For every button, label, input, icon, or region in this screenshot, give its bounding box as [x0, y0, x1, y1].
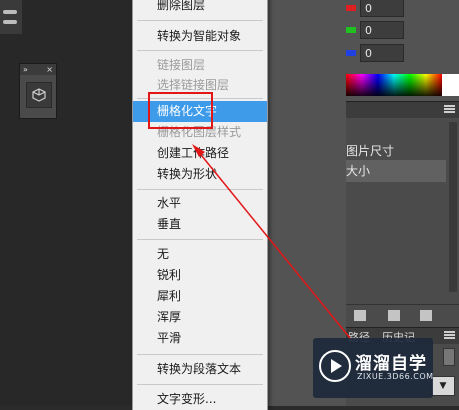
color-spectrum-white[interactable] [442, 74, 459, 96]
menu-item-delete-layer[interactable]: 删除图层 [133, 0, 267, 16]
menu-item-link-layers[interactable]: 链接图层 [133, 55, 267, 76]
watermark-title: 溜溜自学 [355, 354, 427, 374]
menu-item-warp-text[interactable]: 文字变形... [133, 389, 267, 410]
history-panel-menu-icon[interactable] [444, 331, 455, 340]
play-logo-icon [319, 350, 351, 382]
props-scrollbar[interactable] [449, 122, 457, 292]
props-panel-tabbar [346, 101, 459, 118]
new-layer-icon[interactable] [388, 310, 400, 321]
menu-separator [137, 189, 263, 190]
folder-icon[interactable] [354, 310, 366, 321]
menu-item-antialias-smooth[interactable]: 平滑 [133, 328, 267, 349]
collapsed-panel: » × [19, 63, 57, 119]
chevron-down-icon[interactable]: ▼ [431, 376, 455, 396]
trash-icon[interactable] [420, 310, 432, 321]
menu-item-antialias-sharp[interactable]: 锐利 [133, 265, 267, 286]
annotation-highlight-box [148, 92, 213, 129]
red-swatch[interactable] [346, 5, 356, 11]
tool-strip [0, 0, 22, 34]
expand-icon[interactable]: » [23, 64, 28, 75]
red-value-field[interactable]: 0 [360, 0, 404, 17]
menu-separator [137, 239, 263, 240]
3d-cube-icon[interactable] [26, 82, 52, 108]
blue-value-field[interactable]: 0 [360, 44, 404, 62]
tool-handle-icon[interactable] [3, 20, 17, 24]
panel-menu-icon[interactable] [444, 105, 455, 114]
menu-separator [137, 384, 263, 385]
layer-context-menu: 删除图层 转换为智能对象 链接图层 选择链接图层 栅格化文字 栅格化图层样式 创… [132, 0, 268, 410]
menu-item-antialias-strong[interactable]: 浑厚 [133, 307, 267, 328]
color-panel: 0 0 0 [266, 0, 459, 98]
green-swatch[interactable] [346, 27, 356, 33]
close-icon[interactable]: × [46, 64, 53, 75]
blue-channel-row: 0 [346, 44, 404, 62]
workspace-left: » × [0, 0, 132, 406]
blue-swatch[interactable] [346, 50, 356, 56]
panel-bottom-toolbar [346, 304, 459, 327]
menu-separator [137, 354, 263, 355]
menu-separator [137, 20, 263, 21]
props-row-image-size[interactable]: 图片尺寸 [346, 140, 446, 162]
menu-item-convert-paragraph-text[interactable]: 转换为段落文本 [133, 359, 267, 380]
collapsed-panel-bar: » × [20, 64, 56, 75]
menu-item-antialias-none[interactable]: 无 [133, 244, 267, 265]
menu-item-antialias-crisp[interactable]: 犀利 [133, 286, 267, 307]
green-channel-row: 0 [346, 21, 404, 39]
menu-item-vertical[interactable]: 垂直 [133, 214, 267, 235]
menu-separator [137, 50, 263, 51]
watermark-subtitle: ZIXUE.3D66.COM [357, 372, 434, 381]
menu-item-convert-to-shape[interactable]: 转换为形状 [133, 164, 267, 185]
tool-handle-icon[interactable] [3, 10, 17, 14]
menu-item-horizontal[interactable]: 水平 [133, 193, 267, 214]
history-scrollbar[interactable] [443, 348, 455, 366]
red-channel-row: 0 [346, 0, 404, 17]
menu-item-convert-smart-object[interactable]: 转换为智能对象 [133, 26, 267, 47]
menu-item-create-work-path[interactable]: 创建工作路径 [133, 143, 267, 164]
watermark: 溜溜自学 ZIXUE.3D66.COM [313, 338, 433, 398]
color-spectrum[interactable] [346, 74, 442, 96]
properties-panel: 图片尺寸 大小 [346, 118, 459, 304]
green-value-field[interactable]: 0 [360, 21, 404, 39]
props-row-size[interactable]: 大小 [346, 160, 446, 182]
